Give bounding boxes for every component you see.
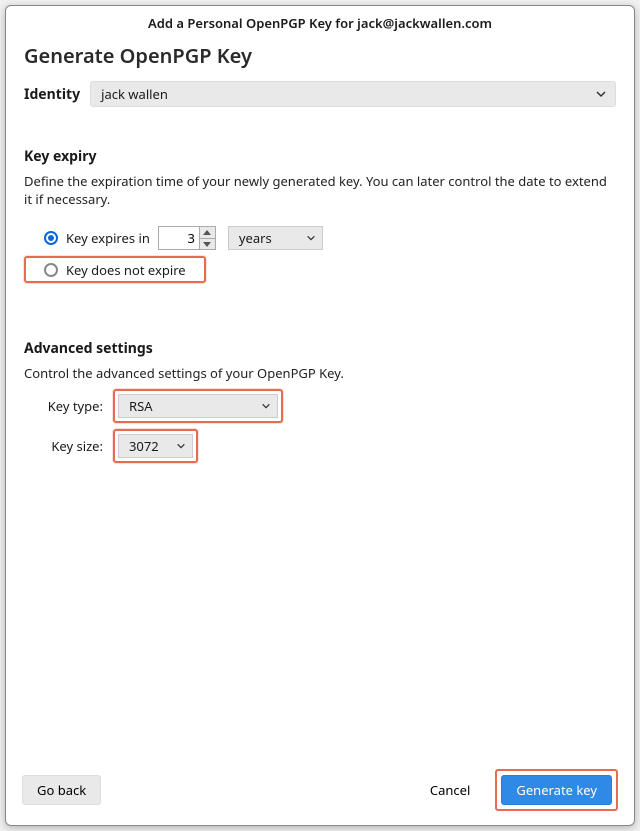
- radio-expires[interactable]: [44, 231, 58, 245]
- expiry-title: Key expiry: [24, 147, 616, 166]
- generate-highlight: Generate key: [495, 769, 618, 811]
- chevron-down-icon: [595, 88, 607, 100]
- identity-row: Identity jack wallen: [24, 81, 616, 107]
- dialog-footer: Go back Cancel Generate key: [6, 757, 634, 825]
- page-title: Generate OpenPGP Key: [24, 42, 616, 69]
- expiry-value-spinbox[interactable]: [158, 226, 216, 250]
- stepper-down[interactable]: [200, 239, 215, 250]
- identity-value: jack wallen: [101, 85, 168, 103]
- advanced-desc: Control the advanced settings of your Op…: [24, 364, 616, 382]
- identity-label: Identity: [24, 85, 80, 104]
- key-size-row: Key size: 3072: [38, 429, 616, 463]
- key-size-select[interactable]: 3072: [118, 434, 193, 458]
- window-title-text: Add a Personal OpenPGP Key for jack@jack…: [148, 14, 492, 32]
- expiry-section: Key expiry Define the expiration time of…: [24, 147, 616, 283]
- expiry-value-input[interactable]: [159, 227, 199, 249]
- expiry-units-select[interactable]: years: [228, 226, 323, 250]
- chevron-down-icon: [261, 401, 271, 411]
- advanced-title: Advanced settings: [24, 339, 616, 358]
- key-type-row: Key type: RSA: [38, 389, 616, 423]
- dialog-content: Generate OpenPGP Key Identity jack walle…: [6, 38, 634, 757]
- cancel-button[interactable]: Cancel: [415, 775, 485, 805]
- key-type-label: Key type:: [38, 397, 103, 415]
- expiry-desc: Define the expiration time of your newly…: [24, 172, 616, 208]
- generate-key-button[interactable]: Generate key: [501, 775, 612, 805]
- chevron-down-icon: [176, 441, 186, 451]
- advanced-section: Advanced settings Control the advanced s…: [24, 339, 616, 462]
- dialog-window: Add a Personal OpenPGP Key for jack@jack…: [5, 5, 635, 826]
- identity-select[interactable]: jack wallen: [90, 81, 616, 107]
- go-back-button[interactable]: Go back: [22, 775, 101, 805]
- radio-expires-label[interactable]: Key expires in: [66, 229, 150, 247]
- key-type-select[interactable]: RSA: [118, 394, 278, 418]
- radio-noexpire[interactable]: [44, 263, 58, 277]
- expiry-option-noexpire-row: Key does not expire: [24, 256, 206, 283]
- spin-steppers: [199, 227, 215, 249]
- expiry-option-expires-row: Key expires in: [24, 222, 616, 254]
- chevron-down-icon: [306, 233, 316, 243]
- key-size-label: Key size:: [38, 437, 103, 455]
- radio-noexpire-label[interactable]: Key does not expire: [66, 261, 186, 279]
- expiry-controls: years: [158, 226, 323, 250]
- key-type-value: RSA: [129, 397, 153, 415]
- key-size-value: 3072: [129, 437, 159, 455]
- stepper-up[interactable]: [200, 227, 215, 239]
- window-title: Add a Personal OpenPGP Key for jack@jack…: [6, 6, 634, 38]
- expiry-units-value: years: [239, 229, 272, 247]
